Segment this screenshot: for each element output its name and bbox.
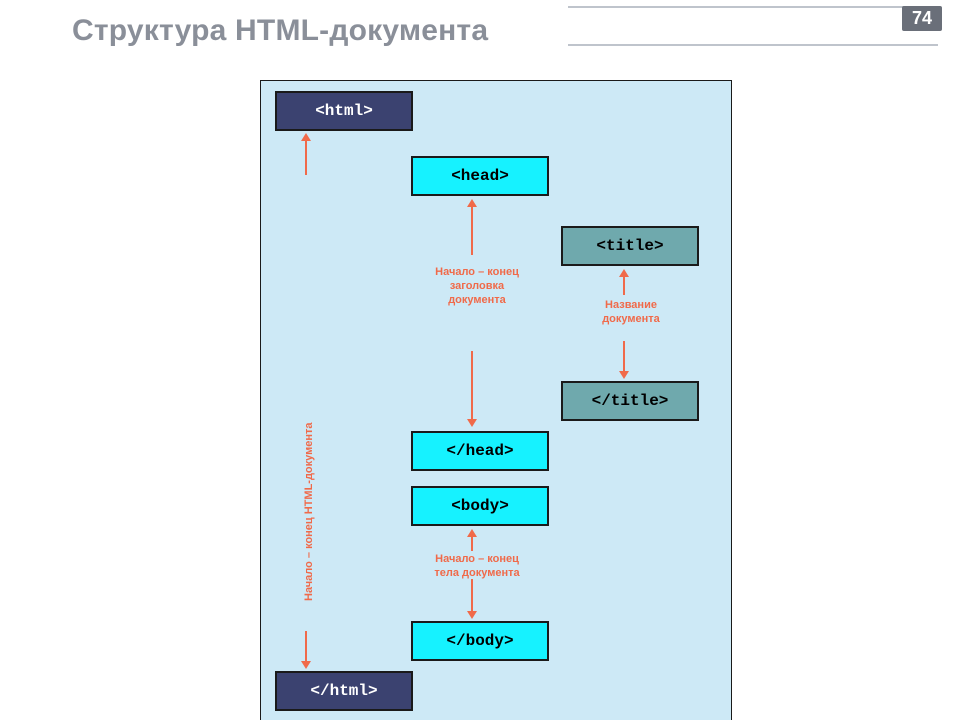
page-number: 74: [902, 6, 942, 31]
note-line: документа: [417, 294, 537, 308]
tag-html-close: </html>: [275, 671, 413, 711]
decor-rule: [568, 6, 938, 8]
note-line: Начало – конец: [417, 553, 537, 567]
note-header: Начало – конец заголовка документа: [417, 266, 537, 307]
note-title: Название документа: [581, 299, 681, 327]
diagram-canvas: <html> </html> <head> </head> <title> </…: [260, 80, 732, 720]
note-line: тела документа: [417, 567, 537, 581]
note-line: заголовка: [417, 280, 537, 294]
tag-body-close: </body>: [411, 621, 549, 661]
note-html-doc: Начало – конец HTML-документа: [303, 422, 317, 601]
note-line: Начало – конец: [417, 266, 537, 280]
note-line: Название: [581, 299, 681, 313]
tag-head-close: </head>: [411, 431, 549, 471]
tag-title-open: <title>: [561, 226, 699, 266]
arrow-head-up: [471, 205, 473, 255]
arrow-title-down: [623, 341, 625, 373]
tag-title-close: </title>: [561, 381, 699, 421]
slide: 74 Структура HTML-документа <html> </htm…: [0, 0, 960, 720]
arrow-body-down: [471, 579, 473, 613]
tag-body-open: <body>: [411, 486, 549, 526]
page-title: Структура HTML-документа: [72, 14, 488, 48]
note-body: Начало – конец тела документа: [417, 553, 537, 581]
tag-head-open: <head>: [411, 156, 549, 196]
decor-rule: [568, 44, 938, 46]
arrow-body-up: [471, 535, 473, 551]
note-line: документа: [581, 313, 681, 327]
arrow-html-up: [305, 139, 307, 175]
arrow-head-down: [471, 351, 473, 421]
arrow-html-down: [305, 631, 307, 663]
tag-html-open: <html>: [275, 91, 413, 131]
arrow-title-up: [623, 275, 625, 295]
